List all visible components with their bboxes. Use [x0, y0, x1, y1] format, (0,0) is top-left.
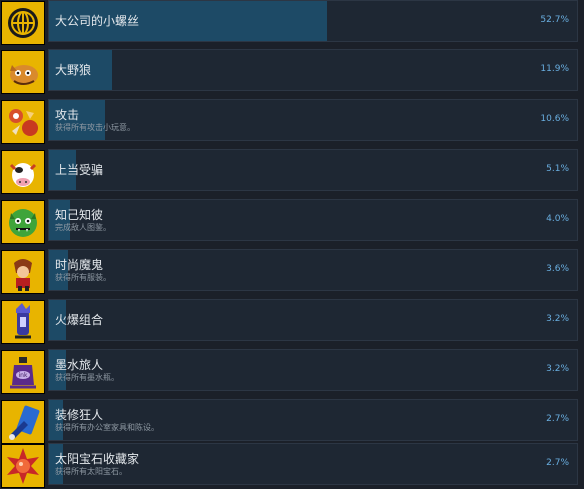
achievement-row[interactable]: 大公司的小螺丝 52.7%	[0, 0, 584, 46]
unlock-percent: 11.9%	[540, 64, 569, 74]
achievement-desc: 获得所有太阳宝石。	[55, 467, 127, 476]
progress-bar: 装修狂人 获得所有办公室家具和陈设。 2.7%	[48, 399, 578, 441]
achievement-desc: 获得所有服装。	[55, 273, 111, 282]
achievement-title: 上当受骗	[55, 163, 104, 177]
unlock-percent: 5.1%	[546, 164, 569, 174]
achievement-row[interactable]: 大野狼 11.9%	[0, 49, 584, 95]
progress-bar: 攻击 获得所有攻击小玩意。 10.6%	[48, 99, 578, 141]
achievement-row[interactable]: 上当受骗 5.1%	[0, 149, 584, 195]
achievement-row[interactable]: 知己知彼 完成敌人图鉴。 4.0%	[0, 199, 584, 245]
achievement-title: 装修狂人	[55, 408, 104, 422]
unlock-percent: 3.2%	[546, 314, 569, 324]
achievement-title: 攻击	[55, 108, 80, 122]
achievement-desc: 完成敌人图鉴。	[55, 223, 111, 232]
achievement-title: 知己知彼	[55, 208, 104, 222]
achievement-row[interactable]: 火爆组合 3.2%	[0, 299, 584, 345]
unlock-percent: 2.7%	[546, 414, 569, 424]
ink-bottle-icon: ink	[1, 350, 45, 394]
achievement-title: 火爆组合	[55, 313, 104, 327]
achievement-row[interactable]: 装修狂人 获得所有办公室家具和陈设。 2.7%	[0, 399, 584, 445]
achievement-list: 大公司的小螺丝 52.7% 大野狼 11.9% 攻击 获得所有攻击小玩意。 10…	[0, 0, 584, 488]
progress-bar: 大野狼 11.9%	[48, 49, 578, 91]
unlock-percent: 2.7%	[546, 458, 569, 468]
globe-icon	[1, 1, 45, 45]
progress-bar: 时尚魔鬼 获得所有服装。 3.6%	[48, 249, 578, 291]
unlock-percent: 52.7%	[540, 15, 569, 25]
progress-bar: 知己知彼 完成敌人图鉴。 4.0%	[48, 199, 578, 241]
achievement-desc: 获得所有办公室家具和陈设。	[55, 423, 159, 432]
achievement-row[interactable]: 攻击 获得所有攻击小玩意。 10.6%	[0, 99, 584, 145]
sun-gem-icon	[1, 444, 45, 488]
unlock-percent: 10.6%	[540, 114, 569, 124]
fashion-icon	[1, 250, 45, 294]
monster-icon	[1, 200, 45, 244]
progress-bar: 火爆组合 3.2%	[48, 299, 578, 341]
achievement-row[interactable]: ink 墨水旅人 获得所有墨水瓶。 3.2%	[0, 349, 584, 395]
cow-icon	[1, 150, 45, 194]
progress-bar: 墨水旅人 获得所有墨水瓶。 3.2%	[48, 349, 578, 391]
unlock-percent: 4.0%	[546, 214, 569, 224]
achievement-title: 太阳宝石收藏家	[55, 452, 140, 466]
progress-bar: 上当受骗 5.1%	[48, 149, 578, 191]
svg-text:ink: ink	[19, 372, 28, 379]
decor-icon	[1, 400, 45, 444]
achievement-title: 时尚魔鬼	[55, 258, 104, 272]
wolf-icon	[1, 50, 45, 94]
achievement-title: 大公司的小螺丝	[55, 14, 140, 28]
achievement-row[interactable]: 太阳宝石收藏家 获得所有太阳宝石。 2.7%	[0, 443, 584, 489]
achievement-title: 墨水旅人	[55, 358, 104, 372]
unlock-percent: 3.2%	[546, 364, 569, 374]
combo-icon	[1, 300, 45, 344]
achievement-desc: 获得所有墨水瓶。	[55, 373, 119, 382]
progress-bar: 大公司的小螺丝 52.7%	[48, 0, 578, 42]
attack-icon	[1, 100, 45, 144]
progress-bar: 太阳宝石收藏家 获得所有太阳宝石。 2.7%	[48, 443, 578, 485]
achievement-row[interactable]: 时尚魔鬼 获得所有服装。 3.6%	[0, 249, 584, 295]
achievement-desc: 获得所有攻击小玩意。	[55, 123, 135, 132]
achievement-title: 大野狼	[55, 63, 92, 77]
unlock-percent: 3.6%	[546, 264, 569, 274]
